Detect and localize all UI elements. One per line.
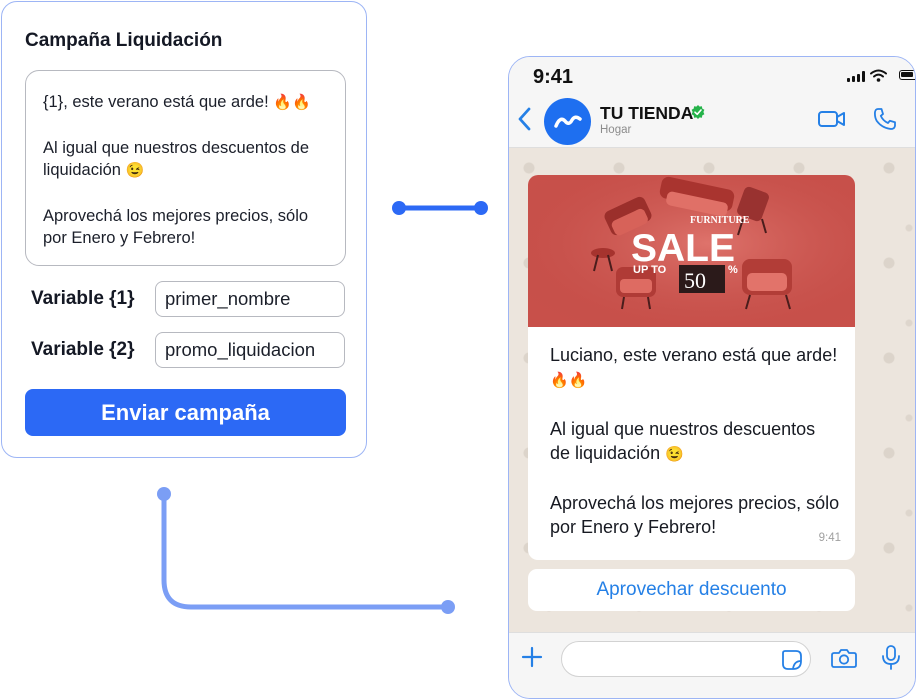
message-line-1: Luciano, este verano está que arde! 🔥🔥 [550,343,840,393]
signal-icon [847,71,865,82]
top-connector [392,201,488,215]
back-icon[interactable] [517,107,531,131]
status-bar: 9:41 [509,57,915,93]
promo-image[interactable]: FURNITURE SALE UP TO 50 % [528,175,855,327]
wink-emoji: 😉 [665,446,684,463]
video-call-icon[interactable] [818,110,846,128]
messenger-logo-icon [553,115,582,128]
verified-icon [691,105,705,119]
message-time: 9:41 [818,532,841,544]
wifi-icon [870,69,887,82]
sticker-icon[interactable] [781,649,803,671]
promo-percent: 50 [684,268,706,293]
contact-name[interactable]: TU TIENDA [600,103,693,124]
phone-mockup: 9:41 TU TIENDA Hogar FURNITURE SALE UP T… [508,56,916,699]
status-time: 9:41 [533,66,574,88]
chat-area: FURNITURE SALE UP TO 50 % Luciano, este … [509,148,915,632]
fire-emoji: 🔥🔥 [550,372,588,389]
camera-icon[interactable] [831,647,857,669]
cta-button[interactable]: Aprovechar descuento [528,569,855,611]
promo-upto: UP TO [633,264,667,276]
phone-call-icon[interactable] [873,107,897,131]
message-line-2: Al igual que nuestros descuentos de liqu… [550,417,840,467]
bottom-connector [157,487,455,614]
input-bar [509,632,915,698]
message-line-3: Aprovechá los mejores precios, sólo por … [550,493,840,537]
plus-icon[interactable] [521,646,543,668]
message-text: Luciano, este verano está que arde! 🔥🔥 A… [550,343,840,560]
message-line-1-text: Luciano, este verano está que arde! [550,345,838,365]
battery-icon [899,70,915,80]
promo-percent-sign: % [728,264,738,276]
chat-header: TU TIENDA Hogar [509,93,915,148]
promo-tag: FURNITURE [690,215,750,226]
contact-subtitle: Hogar [600,124,632,136]
mic-icon[interactable] [881,645,901,671]
message-bubble: FURNITURE SALE UP TO 50 % Luciano, este … [528,175,855,560]
avatar[interactable] [544,98,591,145]
message-input[interactable] [561,641,811,677]
